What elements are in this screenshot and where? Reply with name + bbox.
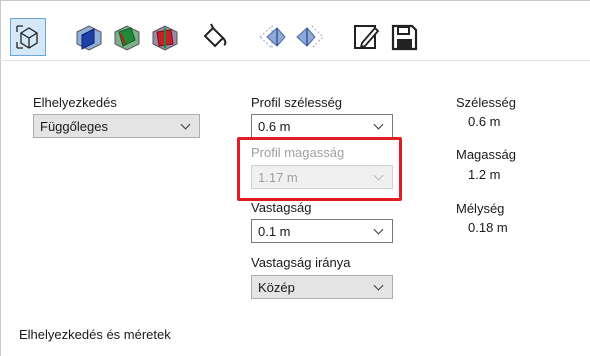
thickness-select[interactable]: 0.1 m xyxy=(251,219,393,243)
toolbar-divider xyxy=(0,60,590,61)
profile-width-value: 0.6 m xyxy=(258,118,291,134)
thickness-direction-value: Közép xyxy=(258,279,295,295)
depth-label: Mélység xyxy=(456,201,505,216)
paint-bucket-icon xyxy=(203,23,227,48)
thickness-value: 0.1 m xyxy=(258,223,291,239)
thickness-direction-select[interactable]: Közép xyxy=(251,275,393,299)
highlight-box xyxy=(237,137,402,201)
red-plane-button[interactable] xyxy=(146,18,182,56)
green-plane-icon xyxy=(114,25,140,51)
toolbar xyxy=(6,18,590,60)
placement-label: Elhelyezkedés xyxy=(33,95,117,110)
thickness-label: Vastagság xyxy=(251,200,312,215)
box-view-button[interactable] xyxy=(10,18,46,56)
paint-bucket-button[interactable] xyxy=(196,18,232,56)
width-label: Szélesség xyxy=(456,95,516,110)
edit-button[interactable] xyxy=(348,18,384,56)
height-label: Magasság xyxy=(456,147,516,162)
width-value: 0.6 m xyxy=(468,114,501,129)
edit-icon xyxy=(354,25,380,49)
texture-left-button[interactable] xyxy=(254,18,290,56)
chevron-down-icon xyxy=(373,280,384,291)
chevron-down-icon xyxy=(373,224,384,235)
save-icon xyxy=(391,24,418,51)
chevron-down-icon xyxy=(180,119,191,130)
save-button[interactable] xyxy=(386,18,422,56)
section-caption: Elhelyezkedés és méretek xyxy=(19,327,171,342)
blue-plane-icon xyxy=(76,25,102,51)
box-view-icon xyxy=(16,25,38,49)
red-plane-icon xyxy=(152,25,178,51)
profile-width-label: Profil szélesség xyxy=(251,95,343,110)
placement-value: Függőleges xyxy=(40,118,108,134)
green-plane-button[interactable] xyxy=(108,18,144,56)
chevron-down-icon xyxy=(373,119,384,130)
placement-select[interactable]: Függőleges xyxy=(33,114,200,138)
blue-plane-button[interactable] xyxy=(70,18,106,56)
profile-width-select[interactable]: 0.6 m xyxy=(251,114,393,138)
height-value: 1.2 m xyxy=(468,167,501,182)
texture-right-button[interactable] xyxy=(292,18,328,56)
depth-value: 0.18 m xyxy=(468,220,508,235)
thickness-direction-label: Vastagság iránya xyxy=(251,255,351,270)
texture-left-icon xyxy=(259,24,286,50)
texture-right-icon xyxy=(296,25,324,49)
